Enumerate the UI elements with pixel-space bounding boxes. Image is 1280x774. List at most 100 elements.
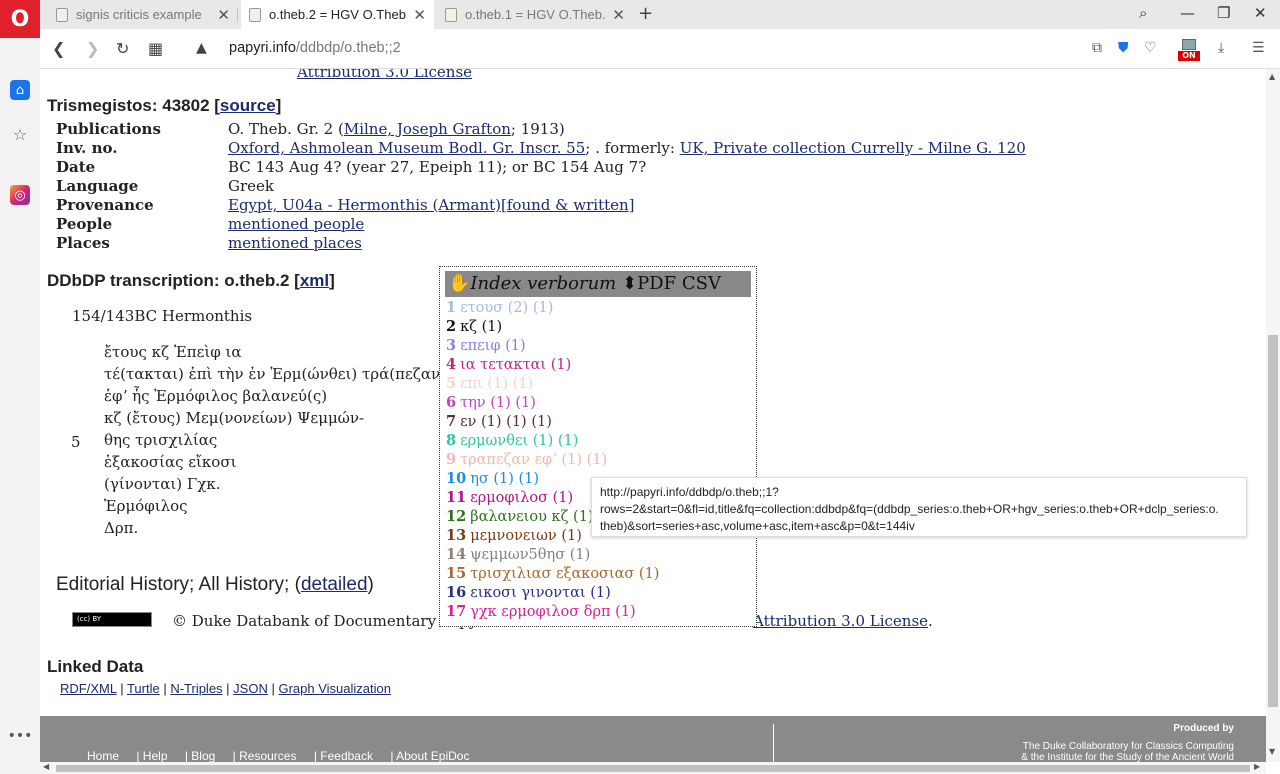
new-tab-button[interactable]: +: [638, 3, 653, 24]
index-verborum-popup[interactable]: ✋Index verborum ⬍PDF CSV 1 ετουσ (2) (1) 2…: [439, 266, 757, 627]
instagram-icon[interactable]: ◎: [10, 185, 30, 205]
footer-about-link[interactable]: | About EpiDoc: [390, 749, 469, 762]
meta-key: Date: [56, 158, 96, 176]
index-item[interactable]: 2 κζ (1): [446, 318, 502, 335]
footer-blog-link[interactable]: | Blog: [185, 749, 215, 762]
drag-hand-icon[interactable]: ✋: [448, 273, 470, 294]
tm-heading-close: ]: [275, 96, 282, 115]
meta-key: Inv. no.: [56, 139, 118, 157]
index-item[interactable]: 5 επι (1) (1): [446, 375, 533, 392]
index-item[interactable]: 3 επειφ (1): [446, 337, 526, 354]
close-window-icon[interactable]: ✕: [1254, 4, 1267, 22]
index-item[interactable]: 9 τραπεζαν εφʼ (1) (1): [446, 451, 607, 468]
forward-icon[interactable]: ❯: [86, 39, 99, 58]
index-item[interactable]: 6 την (1) (1): [446, 394, 536, 411]
turtle-link[interactable]: Turtle: [127, 681, 160, 696]
bookmarks-star-icon[interactable]: ☆: [10, 124, 30, 144]
heart-icon[interactable]: ♡: [1144, 40, 1157, 56]
license-link[interactable]: Attribution 3.0 License: [753, 612, 928, 630]
url-field[interactable]: papyri.info/ddbdp/o.theb;;2: [229, 40, 401, 56]
footer-home-link[interactable]: Home: [87, 749, 119, 762]
n-triples-link[interactable]: N-Triples: [170, 681, 222, 696]
index-item[interactable]: 12 βαλανειου κζ (1): [446, 508, 594, 525]
meta-key: Language: [56, 177, 139, 195]
index-item[interactable]: 1 ετουσ (2) (1): [446, 299, 553, 316]
scroll-left-icon[interactable]: ◀: [43, 762, 49, 771]
transcription-line: κζ (ἔτους) Μεμ(νονείων) Ψεμμών-: [104, 409, 365, 427]
index-item[interactable]: 15 τρισχιλιασ εξακοσιασ (1): [446, 565, 659, 582]
snapshot-icon[interactable]: ⧉: [1092, 40, 1102, 56]
minimize-icon[interactable]: —: [1180, 4, 1195, 22]
csv-button[interactable]: CSV: [682, 273, 721, 294]
index-item[interactable]: 14 ψεμμων5θησ (1): [446, 546, 590, 563]
tab-search-icon[interactable]: ⌕: [1139, 4, 1147, 22]
license-link-top[interactable]: Attribution 3.0 License: [297, 69, 472, 81]
insecure-warning-icon[interactable]: ▲: [196, 40, 207, 56]
tab-signis-criticis[interactable]: signis criticis example ✕: [48, 0, 238, 29]
tab-o-theb-1[interactable]: o.theb.1 = HGV O.Theb. 1 ✕: [437, 0, 633, 29]
index-text: ψεμμων5θησ (1): [470, 547, 591, 563]
index-item[interactable]: 4 ια τετακται (1): [446, 356, 571, 373]
index-number: 12: [446, 508, 467, 525]
footer-resources-link[interactable]: | Resources: [233, 749, 297, 762]
download-icon[interactable]: ⤓: [1218, 40, 1224, 56]
index-item[interactable]: 13 μεμνονειων (1): [446, 527, 582, 544]
index-item[interactable]: 7 εν (1) (1) (1): [446, 413, 552, 430]
scroll-right-icon[interactable]: ▶: [1254, 762, 1260, 771]
footer-help-link[interactable]: | Help: [136, 749, 167, 762]
transcription-line: ἔτους κζ Ἐπεὶφ ια: [104, 343, 242, 361]
popup-header[interactable]: ✋Index verborum ⬍PDF CSV: [445, 271, 751, 297]
json-link[interactable]: JSON: [233, 681, 268, 696]
tooltip-line: theb)&sort=series+asc,volume+asc,item+as…: [600, 519, 915, 533]
scrollbar-thumb[interactable]: [56, 765, 1250, 772]
back-icon[interactable]: ❮: [52, 39, 65, 58]
menu-icon[interactable]: ☰: [1252, 40, 1265, 56]
adblock-shield-icon[interactable]: ⛊: [1118, 40, 1129, 56]
index-number: 5: [446, 375, 457, 392]
license-dot: .: [928, 612, 933, 630]
graph-visualization-link[interactable]: Graph Visualization: [278, 681, 391, 696]
tab-o-theb-2[interactable]: o.theb.2 = HGV O.Theb. 2 ✕: [241, 0, 434, 29]
pub-pre: O. Theb. Gr. 2 (: [228, 120, 344, 138]
detailed-link[interactable]: detailed: [301, 574, 368, 595]
scroll-up-icon[interactable]: ▲: [1269, 72, 1275, 81]
cc-by-badge[interactable]: (cc) BY: [72, 612, 152, 627]
pdf-button[interactable]: PDF: [637, 273, 676, 294]
transcription-line: Δρπ.: [104, 519, 139, 537]
vpn-badge[interactable]: ON: [1178, 39, 1200, 63]
vertical-scrollbar[interactable]: ▲ ▼: [1266, 69, 1280, 762]
index-item[interactable]: 10 ησ (1) (1): [446, 470, 539, 487]
opera-logo[interactable]: O: [0, 0, 40, 38]
tooltip-line: http://papyri.info/ddbdp/o.theb;;1?: [600, 485, 779, 499]
maximize-icon[interactable]: ❐: [1217, 4, 1230, 22]
places-link[interactable]: mentioned places: [228, 234, 362, 252]
index-number: 16: [446, 584, 467, 601]
index-item[interactable]: 8 ερμωνθει (1) (1): [446, 432, 578, 449]
xml-link[interactable]: xml: [300, 271, 329, 290]
index-item[interactable]: 16 εικοσι γινονται (1): [446, 584, 611, 601]
sort-arrows-icon[interactable]: ⬍: [622, 273, 637, 294]
index-item[interactable]: 17 γχκ ερμοφιλοσ δρπ (1): [446, 603, 636, 620]
inv-link-private[interactable]: UK, Private collection Currelly - Milne …: [680, 139, 1026, 157]
scrollbar-thumb[interactable]: [1268, 335, 1278, 707]
rdf-xml-link[interactable]: RDF/XML: [60, 681, 117, 696]
scroll-down-icon[interactable]: ▼: [1269, 747, 1275, 756]
provenance-link[interactable]: Egypt, U04a - Hermonthis (Armant)[found …: [228, 196, 635, 214]
more-icon[interactable]: •••: [8, 726, 33, 746]
index-item[interactable]: 11 ερμοφιλοσ (1): [446, 489, 573, 506]
popup-title: Index verborum: [470, 273, 617, 294]
footer-feedback-link[interactable]: | Feedback: [314, 749, 373, 762]
close-tab-icon[interactable]: ✕: [413, 6, 426, 24]
people-link[interactable]: mentioned people: [228, 215, 364, 233]
reload-icon[interactable]: ↻: [116, 39, 129, 58]
inv-link-ashmolean[interactable]: Oxford, Ashmolean Museum Bodl. Gr. Inscr…: [228, 139, 585, 157]
close-tab-icon[interactable]: ✕: [612, 6, 625, 24]
author-link[interactable]: Milne, Joseph Grafton: [344, 120, 511, 138]
speed-dial-icon[interactable]: ▦: [148, 39, 163, 58]
source-link[interactable]: source: [220, 96, 276, 115]
page-content: Attribution 3.0 License Trismegistos: 43…: [40, 69, 1267, 762]
home-icon[interactable]: ⌂: [10, 80, 30, 100]
index-text: μεμνονειων (1): [470, 528, 582, 544]
close-tab-icon[interactable]: ✕: [217, 6, 230, 24]
horizontal-scrollbar[interactable]: ◀ ▶: [40, 762, 1266, 774]
